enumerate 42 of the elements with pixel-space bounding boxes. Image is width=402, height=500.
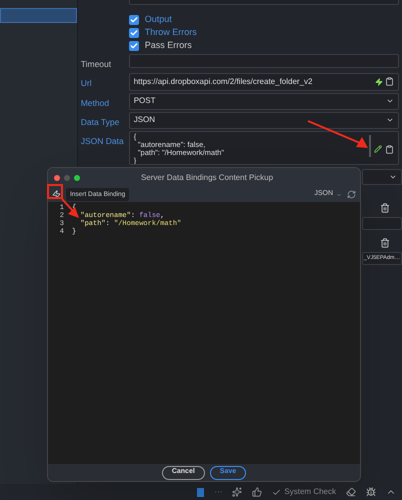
pencil-icon[interactable] (374, 144, 382, 153)
field-label: Timeout (80, 58, 112, 71)
close-button[interactable] (54, 174, 60, 180)
check-icon (272, 488, 282, 496)
arrow-annotation (306, 119, 370, 151)
thumbs-up-icon[interactable] (252, 487, 262, 497)
clipboard-icon[interactable] (385, 77, 394, 86)
field-label: Method (80, 96, 110, 110)
bug-icon[interactable] (366, 487, 376, 497)
refresh-icon[interactable] (347, 190, 356, 199)
lightning-icon[interactable] (52, 190, 61, 199)
scrollbar[interactable] (369, 134, 371, 157)
select-field[interactable]: POST (128, 92, 399, 110)
clipboard-icon[interactable] (385, 144, 394, 154)
arrow-annotation (60, 197, 80, 219)
input-field[interactable] (128, 54, 399, 68)
checkbox-label: Output (144, 12, 172, 26)
field-label: Url (80, 76, 93, 90)
dialog-title: Server Data Bindings Content Pickup (140, 172, 274, 184)
highlight-box-annotation (47, 184, 63, 199)
sparkle-icon[interactable] (232, 487, 242, 497)
more-button[interactable]: ··· (214, 486, 222, 498)
url-field[interactable]: https://api.dropboxapi.com/2/files/create_folder_v2 (128, 72, 399, 91)
select-field[interactable] (362, 168, 402, 185)
checkbox[interactable] (128, 14, 139, 24)
lightning-icon[interactable] (375, 78, 383, 86)
trash-icon[interactable] (380, 202, 390, 213)
checkbox-label: Throw Errors (144, 26, 197, 39)
trash-icon[interactable] (380, 238, 390, 248)
checkbox-label: Pass Errors (144, 38, 192, 52)
input-field[interactable] (128, 0, 399, 5)
square-icon[interactable] (197, 488, 204, 496)
eraser-icon[interactable] (346, 487, 356, 497)
caret-icon (336, 192, 342, 198)
system-check-button[interactable]: System Check (284, 486, 336, 498)
select-field[interactable]: JSON (128, 112, 399, 129)
maximize-button[interactable] (74, 174, 80, 180)
checkbox[interactable] (128, 28, 139, 38)
input-field[interactable] (362, 216, 402, 230)
checkbox[interactable] (128, 40, 139, 50)
field-label: JSON Data (80, 134, 125, 148)
field-label: Data Type (80, 116, 120, 128)
